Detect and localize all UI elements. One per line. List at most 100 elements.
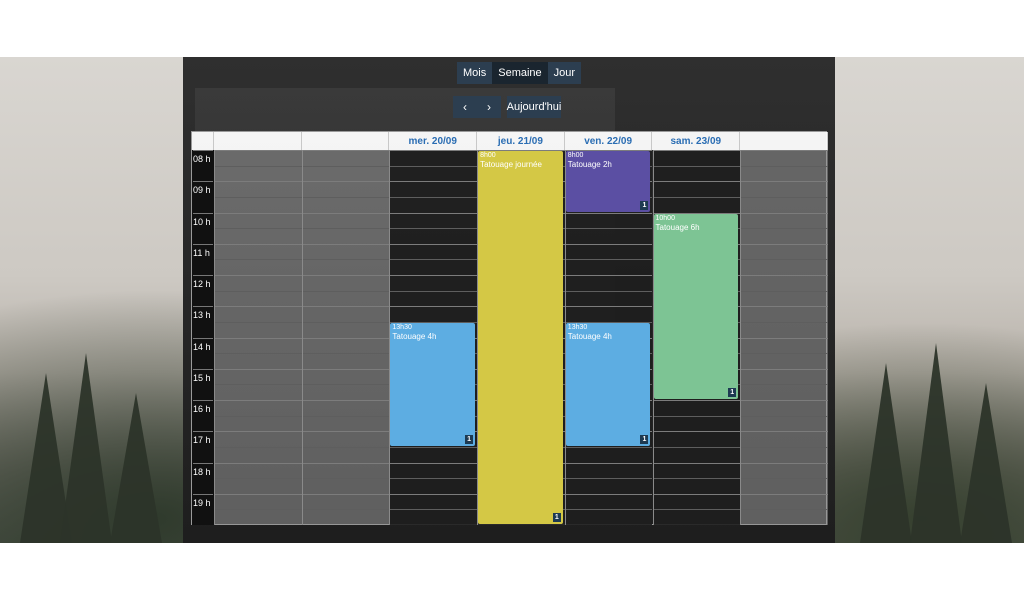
time-slot[interactable] bbox=[653, 181, 741, 197]
time-slot[interactable] bbox=[565, 228, 653, 244]
time-slot[interactable] bbox=[741, 384, 828, 400]
prev-week-button[interactable]: ‹ bbox=[453, 96, 477, 118]
time-slot[interactable] bbox=[215, 431, 302, 447]
time-slot[interactable] bbox=[565, 509, 653, 525]
time-slot[interactable] bbox=[390, 462, 478, 479]
time-slot[interactable] bbox=[215, 368, 302, 385]
time-slot[interactable] bbox=[653, 400, 741, 416]
time-slot[interactable] bbox=[653, 415, 741, 432]
time-slot[interactable] bbox=[390, 259, 478, 275]
time-slot[interactable] bbox=[302, 228, 390, 244]
time-slot[interactable] bbox=[215, 290, 302, 307]
time-slot[interactable] bbox=[215, 321, 302, 338]
calendar-event[interactable]: 13h30 Tatouage 4h 1 bbox=[565, 322, 651, 446]
time-slot[interactable] bbox=[565, 275, 653, 291]
time-slot[interactable] bbox=[215, 196, 302, 213]
time-slot[interactable] bbox=[653, 196, 741, 213]
time-slot[interactable] bbox=[565, 446, 653, 463]
time-slot[interactable] bbox=[741, 337, 828, 354]
time-slot[interactable] bbox=[653, 165, 741, 182]
time-slot[interactable] bbox=[390, 290, 478, 307]
time-slot[interactable] bbox=[302, 431, 390, 447]
day-column[interactable] bbox=[214, 150, 302, 525]
time-slot[interactable] bbox=[653, 493, 741, 510]
time-slot[interactable] bbox=[741, 400, 828, 416]
time-slot[interactable] bbox=[741, 431, 828, 447]
time-slot[interactable] bbox=[215, 353, 302, 369]
day-column[interactable] bbox=[301, 150, 390, 525]
calendar-event[interactable]: 8h00 Tatouage journée 1 bbox=[478, 151, 563, 524]
time-slot[interactable] bbox=[215, 228, 302, 244]
calendar-event[interactable]: 13h30 Tatouage 4h 1 bbox=[390, 322, 476, 446]
time-slot[interactable] bbox=[741, 368, 828, 385]
time-slot[interactable] bbox=[653, 462, 741, 479]
time-slot[interactable] bbox=[390, 493, 478, 510]
time-slot[interactable] bbox=[390, 196, 478, 213]
time-slot[interactable] bbox=[565, 259, 653, 275]
time-slot[interactable] bbox=[302, 150, 390, 166]
time-slot[interactable] bbox=[741, 259, 828, 275]
time-slot[interactable] bbox=[302, 509, 390, 525]
time-slot[interactable] bbox=[302, 337, 390, 354]
time-slot[interactable] bbox=[215, 212, 302, 229]
time-slot[interactable] bbox=[302, 400, 390, 416]
time-slot[interactable] bbox=[653, 431, 741, 447]
time-slot[interactable] bbox=[302, 165, 390, 182]
time-slot[interactable] bbox=[215, 181, 302, 197]
time-slot[interactable] bbox=[302, 415, 390, 432]
day-column[interactable] bbox=[740, 150, 828, 525]
time-slot[interactable] bbox=[302, 462, 390, 479]
time-slot[interactable] bbox=[215, 462, 302, 479]
time-slot[interactable] bbox=[215, 415, 302, 432]
time-slot[interactable] bbox=[215, 509, 302, 525]
time-slot[interactable] bbox=[302, 306, 390, 322]
time-slot[interactable] bbox=[390, 165, 478, 182]
time-slot[interactable] bbox=[653, 478, 741, 494]
time-slot[interactable] bbox=[565, 478, 653, 494]
time-slot[interactable] bbox=[390, 478, 478, 494]
time-slot[interactable] bbox=[741, 228, 828, 244]
time-slot[interactable] bbox=[302, 181, 390, 197]
time-slot[interactable] bbox=[653, 509, 741, 525]
time-slot[interactable] bbox=[741, 509, 828, 525]
time-slot[interactable] bbox=[741, 306, 828, 322]
time-slot[interactable] bbox=[741, 321, 828, 338]
time-slot[interactable] bbox=[302, 196, 390, 213]
time-slot[interactable] bbox=[741, 493, 828, 510]
time-slot[interactable] bbox=[741, 446, 828, 463]
time-slot[interactable] bbox=[215, 259, 302, 275]
time-slot[interactable] bbox=[302, 478, 390, 494]
time-slot[interactable] bbox=[390, 275, 478, 291]
time-slot[interactable] bbox=[215, 243, 302, 260]
time-slot[interactable] bbox=[302, 493, 390, 510]
time-slot[interactable] bbox=[741, 181, 828, 197]
time-slot[interactable] bbox=[565, 243, 653, 260]
time-slot[interactable] bbox=[565, 493, 653, 510]
time-slot[interactable] bbox=[741, 478, 828, 494]
time-slot[interactable] bbox=[390, 446, 478, 463]
time-slot[interactable] bbox=[390, 181, 478, 197]
time-slot[interactable] bbox=[302, 384, 390, 400]
time-slot[interactable] bbox=[302, 290, 390, 307]
time-slot[interactable] bbox=[390, 509, 478, 525]
time-slot[interactable] bbox=[302, 259, 390, 275]
time-slot[interactable] bbox=[302, 446, 390, 463]
time-slot[interactable] bbox=[565, 306, 653, 322]
time-slot[interactable] bbox=[215, 384, 302, 400]
view-day-button[interactable]: Jour bbox=[547, 62, 582, 84]
time-slot[interactable] bbox=[215, 478, 302, 494]
time-slot[interactable] bbox=[302, 368, 390, 385]
time-slot[interactable] bbox=[302, 321, 390, 338]
time-slot[interactable] bbox=[741, 275, 828, 291]
time-slot[interactable] bbox=[302, 243, 390, 260]
time-slot[interactable] bbox=[565, 290, 653, 307]
time-slot[interactable] bbox=[653, 150, 741, 166]
time-slot[interactable] bbox=[653, 446, 741, 463]
time-slot[interactable] bbox=[215, 337, 302, 354]
time-slot[interactable] bbox=[741, 150, 828, 166]
view-month-button[interactable]: Mois bbox=[457, 62, 493, 84]
time-slot[interactable] bbox=[215, 165, 302, 182]
time-slot[interactable] bbox=[390, 150, 478, 166]
today-button[interactable]: Aujourd'hui bbox=[507, 96, 561, 118]
time-slot[interactable] bbox=[741, 290, 828, 307]
